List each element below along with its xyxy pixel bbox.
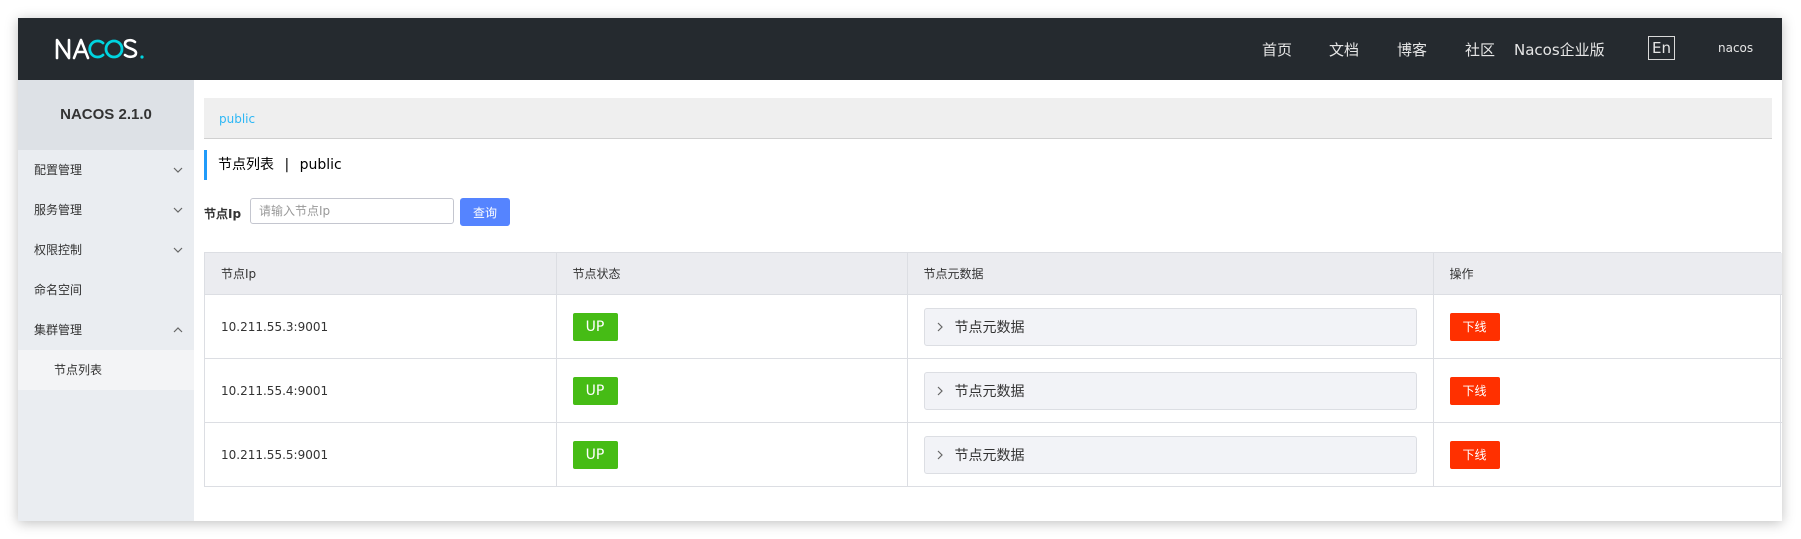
user-menu[interactable]: nacos xyxy=(1718,41,1753,55)
node-action-cell: 下线 xyxy=(1433,423,1782,487)
page-title-separator: | xyxy=(284,157,290,173)
sidebar-item-label: 集群管理 xyxy=(34,323,83,337)
nav-home[interactable]: 首页 xyxy=(1262,39,1292,60)
nacos-logo[interactable] xyxy=(53,34,153,64)
sidebar-item-auth[interactable]: 权限控制 xyxy=(18,230,194,270)
metadata-collapse[interactable]: 节点元数据 xyxy=(923,307,1417,346)
sidebar-item-service[interactable]: 服务管理 xyxy=(18,190,194,230)
chevron-down-icon xyxy=(172,190,184,230)
namespace-link-public[interactable]: public xyxy=(219,112,255,126)
node-state-cell: UP xyxy=(556,422,908,486)
offline-button[interactable]: 下线 xyxy=(1449,376,1500,405)
nav-docs[interactable]: 文档 xyxy=(1329,39,1359,60)
offline-button[interactable]: 下线 xyxy=(1449,440,1500,469)
column-header-state: 节点状态 xyxy=(556,253,908,295)
nav-community[interactable]: 社区 xyxy=(1465,39,1495,60)
nav-blog[interactable]: 博客 xyxy=(1397,39,1427,60)
table-row: 10.211.55.5:9001 UP 节点元数据 下线 xyxy=(205,422,1782,487)
chevron-up-icon xyxy=(172,310,184,350)
node-metadata-cell: 节点元数据 xyxy=(907,358,1434,423)
sidebar: NACOS 2.1.0 配置管理 服务管理 权限控制 命名空间 集群管理 节点列… xyxy=(18,80,194,521)
query-button[interactable]: 查询 xyxy=(460,198,510,226)
node-table: 节点Ip 节点状态 节点元数据 操作 10.211.55.3:9001 UP 节… xyxy=(204,252,1782,487)
column-header-metadata: 节点元数据 xyxy=(907,253,1434,295)
sidebar-item-namespace[interactable]: 命名空间 xyxy=(18,270,194,310)
chevron-down-icon xyxy=(172,230,184,270)
column-header-action: 操作 xyxy=(1433,253,1782,295)
table-row: 10.211.55.3:9001 UP 节点元数据 下线 xyxy=(205,294,1782,359)
node-state-cell: UP xyxy=(556,358,908,423)
node-ip-cell: 10.211.55.4:9001 xyxy=(205,358,557,423)
chevron-right-icon xyxy=(937,450,947,460)
nav-enterprise[interactable]: Nacos企业版 xyxy=(1514,39,1605,60)
node-ip-cell: 10.211.55.3:9001 xyxy=(205,294,557,359)
table-row: 10.211.55.4:9001 UP 节点元数据 下线 xyxy=(205,358,1782,423)
node-state-badge[interactable]: UP xyxy=(572,312,618,341)
namespace-bar: public xyxy=(204,98,1772,139)
metadata-collapse[interactable]: 节点元数据 xyxy=(923,371,1417,410)
sidebar-version-title: NACOS 2.1.0 xyxy=(18,80,194,150)
metadata-label: 节点元数据 xyxy=(954,383,1025,400)
sidebar-item-cluster[interactable]: 集群管理 xyxy=(18,310,194,350)
node-action-cell: 下线 xyxy=(1433,294,1782,359)
sidebar-item-config[interactable]: 配置管理 xyxy=(18,150,194,190)
sidebar-item-label: 配置管理 xyxy=(34,163,83,177)
metadata-label: 节点元数据 xyxy=(954,319,1025,336)
top-nav: 首页 文档 博客 社区 Nacos企业版 En nacos xyxy=(1222,18,1782,80)
sidebar-subitem-node-list[interactable]: 节点列表 xyxy=(18,350,194,390)
node-metadata-cell: 节点元数据 xyxy=(907,422,1434,486)
chevron-right-icon xyxy=(937,386,947,396)
node-state-badge[interactable]: UP xyxy=(572,440,618,469)
offline-button[interactable]: 下线 xyxy=(1449,312,1500,341)
metadata-collapse[interactable]: 节点元数据 xyxy=(923,435,1417,474)
table-header-row: 节点Ip 节点状态 节点元数据 操作 xyxy=(205,253,1782,295)
language-switch-button[interactable]: En xyxy=(1648,36,1675,60)
sidebar-item-label: 服务管理 xyxy=(34,203,83,217)
sidebar-item-label: 命名空间 xyxy=(34,283,83,297)
page-title-text: 节点列表 xyxy=(218,157,274,173)
node-state-badge[interactable]: UP xyxy=(572,376,618,405)
page-title: 节点列表 | public xyxy=(204,150,342,180)
app-window: 首页 文档 博客 社区 Nacos企业版 En nacos NACOS 2.1.… xyxy=(18,18,1782,521)
node-action-cell: 下线 xyxy=(1433,358,1782,423)
page-title-namespace: public xyxy=(299,157,342,173)
node-ip-input[interactable] xyxy=(250,198,454,224)
metadata-label: 节点元数据 xyxy=(954,447,1025,464)
node-metadata-cell: 节点元数据 xyxy=(907,294,1434,359)
node-ip-cell: 10.211.55.5:9001 xyxy=(205,422,557,486)
chevron-down-icon xyxy=(172,150,184,190)
top-header: 首页 文档 博客 社区 Nacos企业版 En nacos xyxy=(18,18,1782,80)
chevron-right-icon xyxy=(937,322,947,332)
main-content: public 节点列表 | public 节点Ip 查询 xyxy=(194,80,1782,521)
sidebar-item-label: 权限控制 xyxy=(34,243,83,257)
column-header-ip: 节点Ip xyxy=(205,253,557,295)
node-ip-label: 节点Ip xyxy=(204,207,242,221)
node-state-cell: UP xyxy=(556,294,908,359)
